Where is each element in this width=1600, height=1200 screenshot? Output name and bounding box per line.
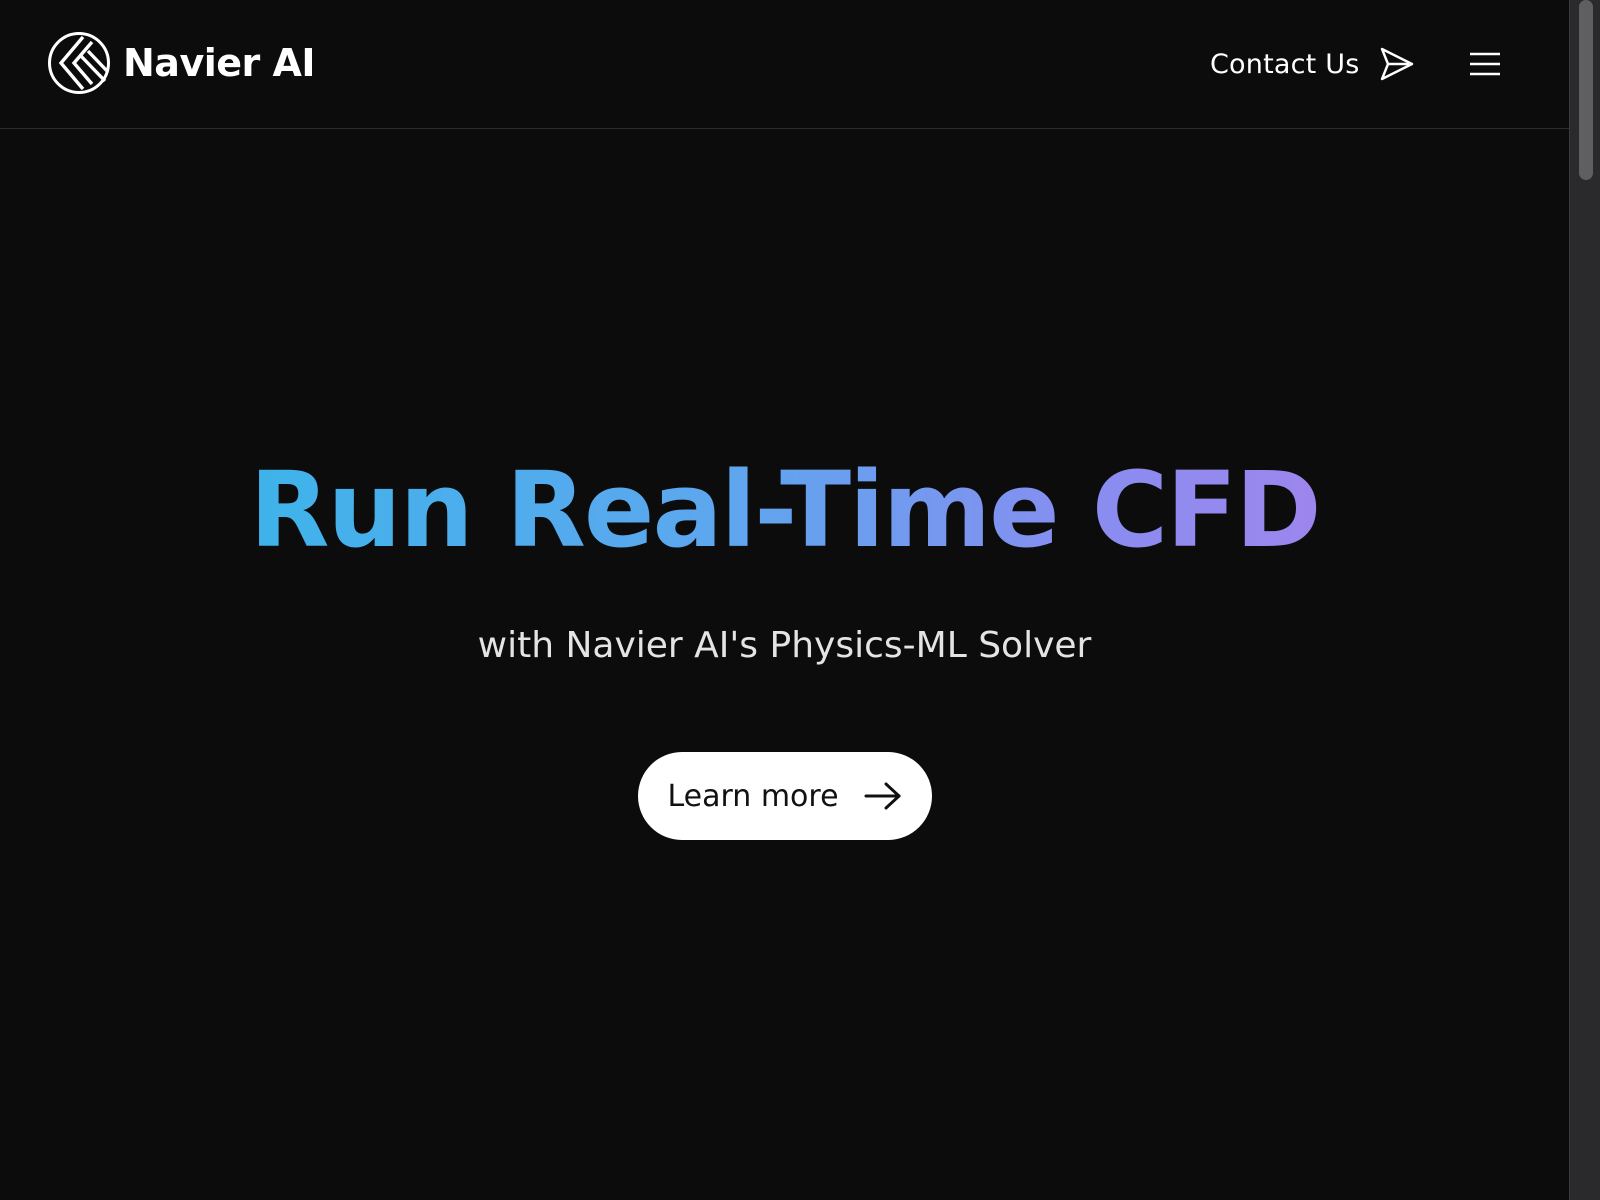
hero-title: Run Real-Time CFD xyxy=(0,440,1569,580)
send-icon xyxy=(1381,47,1414,81)
learn-more-button[interactable]: Learn more xyxy=(638,752,932,840)
contact-us-label: Contact Us xyxy=(1210,48,1360,80)
page: Navier AI Contact Us Run Real-Time CFD w… xyxy=(0,0,1569,1200)
site-header: Navier AI Contact Us xyxy=(0,0,1569,129)
learn-more-label: Learn more xyxy=(667,778,839,814)
scrollbar-thumb[interactable] xyxy=(1579,0,1593,180)
navier-logo-icon xyxy=(48,32,110,94)
hero-subtitle: with Navier AI's Physics-ML Solver xyxy=(477,625,1092,666)
page-scrollbar[interactable] xyxy=(1569,0,1600,1200)
hamburger-menu-icon xyxy=(1470,52,1500,76)
hero-title-text: Run Real-Time CFD xyxy=(249,449,1321,571)
brand-home-link[interactable]: Navier AI xyxy=(47,31,316,95)
contact-us-link[interactable]: Contact Us xyxy=(1210,44,1415,84)
menu-button[interactable] xyxy=(1464,44,1506,84)
brand-name: Navier AI xyxy=(123,41,316,85)
arrow-right-icon xyxy=(864,782,901,810)
